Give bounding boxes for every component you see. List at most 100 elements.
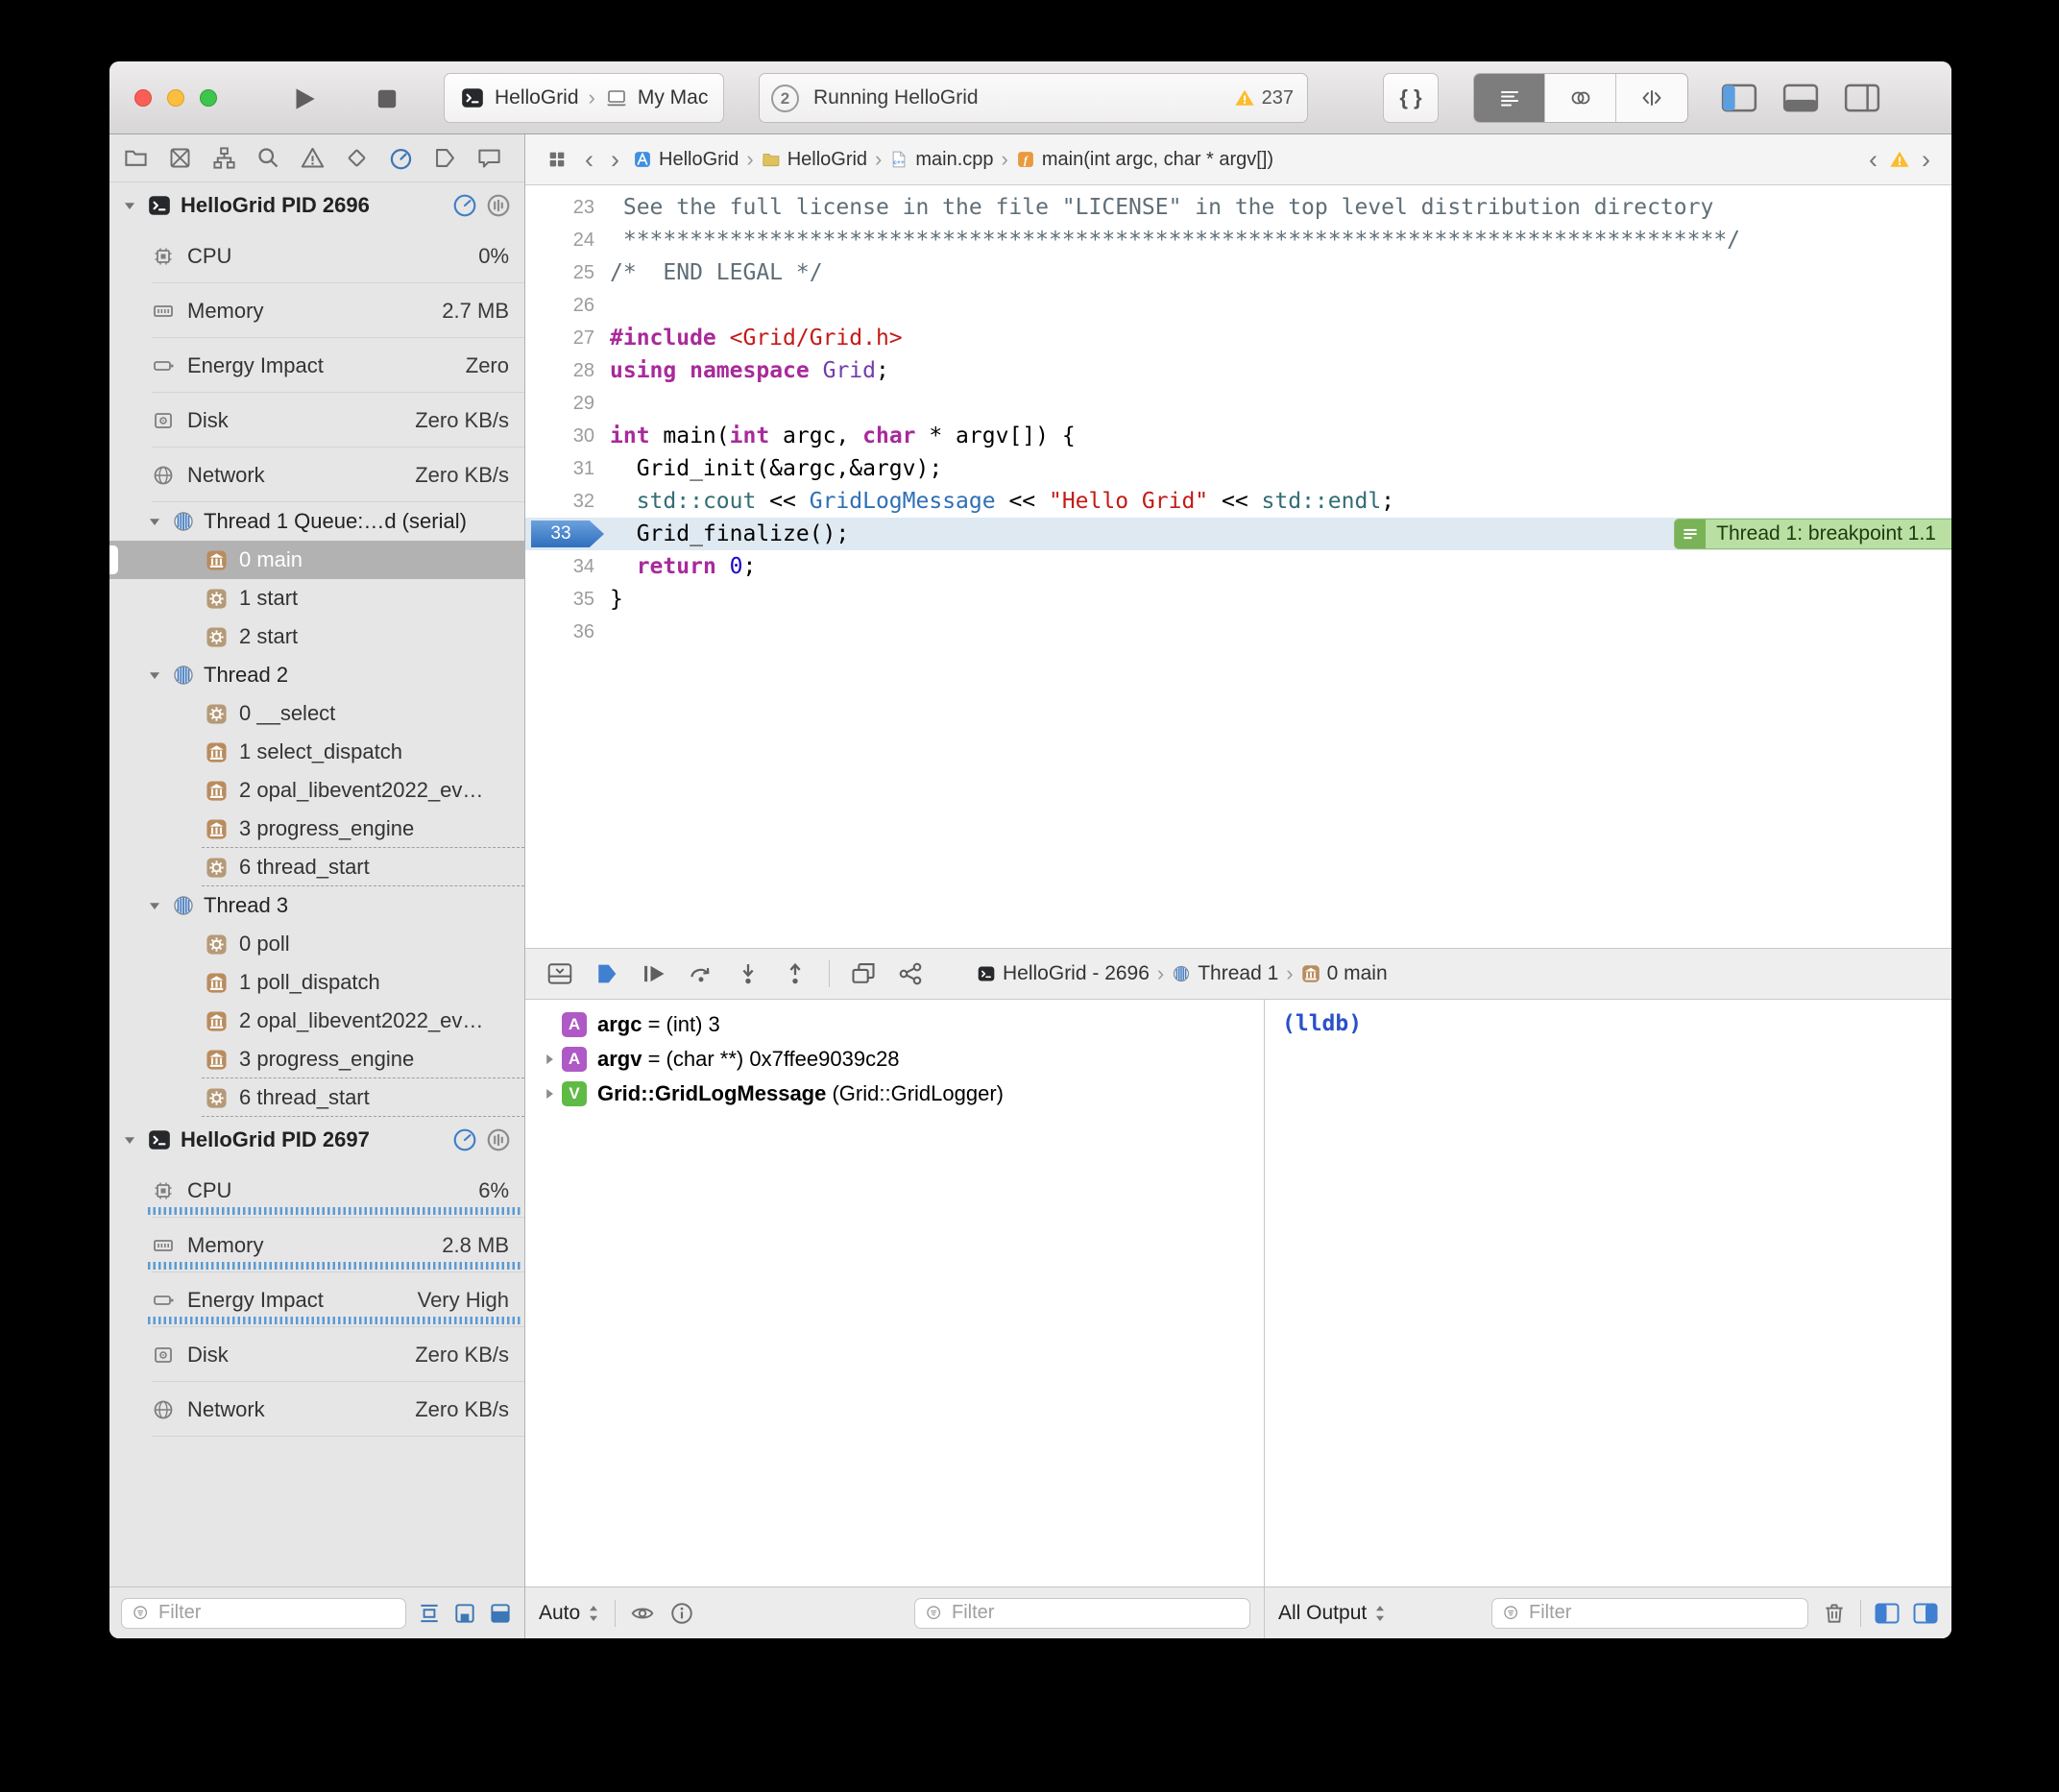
stack-frame-row[interactable]: 2 start (109, 618, 524, 656)
navigator-filter-input[interactable] (158, 1602, 396, 1624)
line-number-gutter[interactable]: 36 (525, 616, 610, 648)
line-number-gutter[interactable]: 25 (525, 256, 610, 289)
navigator-filter-field[interactable] (121, 1598, 406, 1629)
view-options-button[interactable] (486, 193, 511, 218)
console-output-selector[interactable]: All Output (1278, 1602, 1387, 1625)
variables-scope-selector[interactable]: Auto (539, 1602, 600, 1625)
warning-icon[interactable] (1889, 149, 1910, 170)
code-structure-button[interactable]: { } (1383, 73, 1439, 123)
disclosure-triangle-icon[interactable] (537, 1051, 562, 1068)
stack-frame-row[interactable]: 6 thread_start (109, 848, 524, 886)
gauge-row-network[interactable]: NetworkZero KB/s (109, 1382, 524, 1437)
variables-filter-input[interactable] (952, 1602, 1240, 1624)
jumpbar-item[interactable]: HelloGrid (762, 149, 867, 171)
line-number-gutter[interactable]: 28 (525, 354, 610, 387)
performance-gauge-button[interactable] (452, 193, 477, 218)
console-view[interactable]: (lldb) (1265, 1000, 1951, 1586)
variable-row[interactable]: Aargv = (char **) 0x7ffee9039c28 (525, 1042, 1264, 1077)
variables-filter-field[interactable] (914, 1598, 1250, 1629)
disclosure-triangle-icon[interactable] (146, 666, 163, 684)
disclosure-triangle-icon[interactable] (146, 897, 163, 914)
thread-row[interactable]: Thread 2 (109, 656, 524, 694)
stack-frame-row[interactable]: 1 poll_dispatch (109, 963, 524, 1002)
debug-breadcrumb-item[interactable]: HelloGrid - 2696 (977, 962, 1150, 985)
trash-icon[interactable] (1822, 1601, 1847, 1626)
line-number-gutter[interactable]: 30 (525, 420, 610, 452)
step-out-button[interactable] (782, 960, 809, 987)
jumpbar-item[interactable]: HelloGrid (633, 149, 739, 171)
line-number-gutter[interactable]: 32 (525, 485, 610, 518)
close-button[interactable] (134, 89, 152, 107)
gauge-row-cpu[interactable]: CPU0% (109, 229, 524, 283)
source-editor[interactable]: 23 See the full license in the file "LIC… (525, 185, 1951, 948)
filter-stack-frames-icon[interactable] (452, 1601, 477, 1626)
stack-frame-row[interactable]: 1 start (109, 579, 524, 618)
disclosure-triangle-icon[interactable] (537, 1085, 562, 1102)
source-control-navigator-icon[interactable] (167, 145, 193, 171)
standard-editor-button[interactable] (1474, 74, 1545, 122)
search-navigator-icon[interactable] (255, 145, 281, 171)
stack-frame-row[interactable]: 2 opal_libevent2022_ev… (109, 1002, 524, 1040)
warning-count[interactable]: 237 (1234, 74, 1294, 122)
step-into-button[interactable] (735, 960, 762, 987)
stack-frame-row[interactable]: 3 progress_engine (109, 810, 524, 848)
issue-navigator-icon[interactable] (300, 145, 326, 171)
run-button[interactable] (288, 83, 321, 115)
line-number-gutter[interactable]: 35 (525, 583, 610, 616)
gauge-row-memory[interactable]: Memory2.7 MB (109, 283, 524, 338)
console-filter-field[interactable] (1491, 1598, 1808, 1629)
stop-button[interactable] (371, 83, 403, 115)
filter-debugged-icon[interactable] (417, 1601, 442, 1626)
performance-gauge-button[interactable] (452, 1127, 477, 1152)
debug-breadcrumb-item[interactable]: 0 main (1301, 962, 1388, 985)
next-issue-button[interactable]: › (1918, 147, 1934, 173)
zoom-button[interactable] (200, 89, 217, 107)
gauge-row-disk[interactable]: DiskZero KB/s (109, 1327, 524, 1382)
minimize-button[interactable] (167, 89, 184, 107)
gauge-row-cpu[interactable]: CPU6% (109, 1163, 524, 1218)
stack-frame-row[interactable]: 0 main (109, 541, 524, 579)
gauge-row-disk[interactable]: DiskZero KB/s (109, 393, 524, 448)
stack-frame-row[interactable]: 1 select_dispatch (109, 733, 524, 771)
gauge-row-network[interactable]: NetworkZero KB/s (109, 448, 524, 502)
memory-graph-button[interactable] (897, 960, 924, 987)
symbol-navigator-icon[interactable] (211, 145, 237, 171)
quicklook-eye-icon[interactable] (630, 1601, 655, 1626)
disclosure-triangle-icon[interactable] (121, 1131, 138, 1149)
view-options-button[interactable] (486, 1127, 511, 1152)
disclosure-triangle-icon[interactable] (146, 513, 163, 530)
line-number-gutter[interactable]: 27 (525, 322, 610, 354)
line-number-gutter[interactable]: 29 (525, 387, 610, 420)
continue-button[interactable] (641, 960, 667, 987)
show-console-pane-icon[interactable] (1913, 1601, 1938, 1626)
gauge-row-energy[interactable]: Energy ImpactZero (109, 338, 524, 393)
toggle-debug-area-button[interactable] (1782, 84, 1819, 112)
forward-button[interactable]: › (607, 147, 623, 173)
back-button[interactable]: ‹ (581, 147, 597, 173)
gauge-row-memory[interactable]: Memory2.8 MB (109, 1218, 524, 1272)
variable-row[interactable]: VGrid::GridLogMessage (Grid::GridLogger) (525, 1077, 1264, 1111)
jumpbar-item[interactable]: c++main.cpp (889, 149, 993, 171)
hide-debug-area-button[interactable] (546, 960, 573, 987)
gauge-row-energy[interactable]: Energy ImpactVery High (109, 1272, 524, 1327)
disclosure-triangle-icon[interactable] (121, 197, 138, 214)
variables-view[interactable]: Aargc = (int) 3Aargv = (char **) 0x7ffee… (525, 1000, 1265, 1586)
variable-row[interactable]: Aargc = (int) 3 (525, 1007, 1264, 1042)
scheme-selector[interactable]: HelloGrid › My Mac (444, 73, 724, 123)
line-number-gutter[interactable]: 24 (525, 224, 610, 256)
breakpoint-indicator[interactable]: 33 (531, 521, 604, 547)
stack-frame-row[interactable]: 3 progress_engine (109, 1040, 524, 1078)
related-items-icon[interactable] (543, 149, 571, 170)
process-row[interactable]: HelloGrid PID 2696 (109, 182, 524, 229)
info-icon[interactable] (669, 1601, 694, 1626)
line-number-gutter[interactable]: 23 (525, 191, 610, 224)
toggle-inspector-button[interactable] (1844, 84, 1880, 112)
line-number-gutter[interactable]: 26 (525, 289, 610, 322)
previous-issue-button[interactable]: ‹ (1865, 147, 1881, 173)
debug-breadcrumb-item[interactable]: Thread 1 (1172, 962, 1278, 985)
view-hierarchy-button[interactable] (850, 960, 877, 987)
stack-frame-row[interactable]: 0 __select (109, 694, 524, 733)
line-number-gutter[interactable]: 33 (525, 518, 610, 550)
thread-row[interactable]: Thread 3 (109, 886, 524, 925)
test-navigator-icon[interactable] (344, 145, 370, 171)
